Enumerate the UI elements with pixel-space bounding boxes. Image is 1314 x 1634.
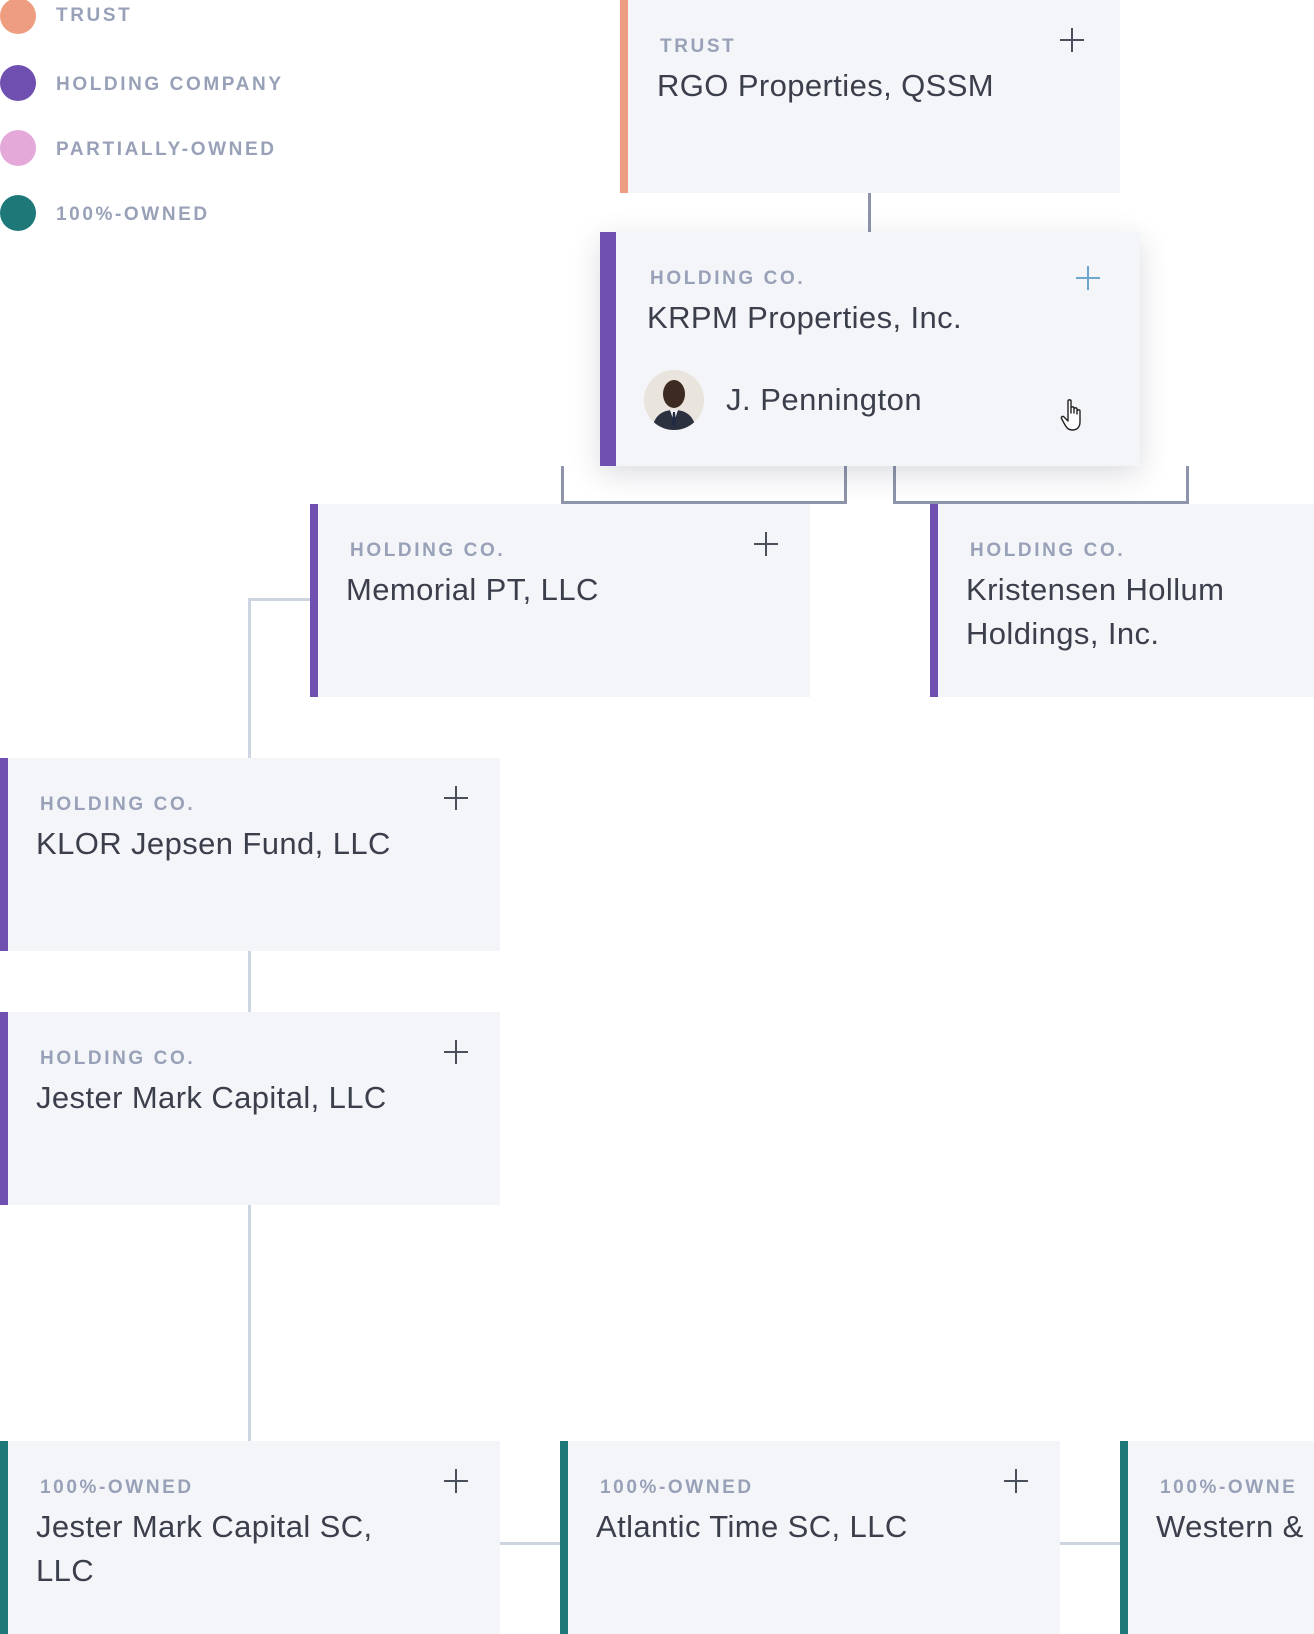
node-card-memorial[interactable]: HOLDING CO. Memorial PT, LLC [310, 504, 810, 697]
legend-dot-holding-company [0, 65, 36, 101]
node-type: HOLDING CO. [350, 540, 506, 561]
add-icon[interactable] [442, 1467, 470, 1495]
node-type: 100%-OWNED [600, 1477, 754, 1498]
legend-label: TRUST [56, 5, 133, 26]
node-name: Kristensen Hollum Holdings, Inc. [966, 572, 1225, 651]
node-type: HOLDING CO. [40, 1048, 196, 1069]
add-icon[interactable] [442, 1038, 470, 1066]
node-color-bar [600, 232, 616, 466]
connector-jester-jester-sc [248, 1205, 251, 1441]
person-name: J. Pennington [726, 382, 923, 417]
connector-memorial-branch-h [248, 598, 310, 601]
legend-label: HOLDING COMPANY [56, 74, 284, 95]
legend-dot-trust [0, 0, 36, 34]
node-type: HOLDING CO. [40, 794, 196, 815]
connector-klor-jester [248, 950, 251, 1012]
node-card-western[interactable]: 100%-OWNE Western & [1120, 1441, 1314, 1634]
node-type: 100%-OWNED [40, 1477, 194, 1498]
connector-memorial-klor [248, 598, 251, 758]
node-card-jester[interactable]: HOLDING CO. Jester Mark Capital, LLC [0, 1012, 500, 1205]
node-type: HOLDING CO. [970, 540, 1126, 561]
legend-label: 100%-OWNED [56, 204, 210, 225]
node-card-kristensen[interactable]: HOLDING CO. Kristensen Hollum Holdings, … [930, 504, 1314, 697]
node-type: TRUST [660, 36, 737, 57]
node-color-bar [0, 758, 8, 951]
node-name: KRPM Properties, Inc. [647, 300, 963, 335]
node-color-bar [620, 0, 628, 193]
node-name: Jester Mark Capital SC, LLC [36, 1509, 373, 1588]
node-card-krpm[interactable]: HOLDING CO. KRPM Properties, Inc. J. Pen… [600, 232, 1140, 466]
node-card-atlantic[interactable]: 100%-OWNED Atlantic Time SC, LLC [560, 1441, 1060, 1634]
node-card-jester-sc[interactable]: 100%-OWNED Jester Mark Capital SC, LLC [0, 1441, 500, 1634]
node-name: Jester Mark Capital, LLC [36, 1080, 387, 1115]
avatar [644, 370, 704, 430]
node-color-bar [0, 1012, 8, 1205]
node-type: 100%-OWNE [1160, 1477, 1298, 1498]
node-color-bar [0, 1441, 8, 1634]
node-name: RGO Properties, QSSM [657, 68, 995, 103]
add-icon[interactable] [1074, 264, 1102, 292]
connector-jester-sc-atlantic [500, 1542, 560, 1545]
node-color-bar [930, 504, 938, 697]
legend-dot-100-owned [0, 195, 36, 231]
add-icon[interactable] [442, 784, 470, 812]
person-row[interactable]: J. Pennington [644, 370, 922, 430]
add-icon[interactable] [1002, 1467, 1030, 1495]
node-color-bar [1120, 1441, 1128, 1634]
connector-krpm-kristensen [893, 466, 1189, 504]
node-type: HOLDING CO. [650, 268, 806, 289]
node-card-klor[interactable]: HOLDING CO. KLOR Jepsen Fund, LLC [0, 758, 500, 951]
node-name: Atlantic Time SC, LLC [596, 1509, 908, 1544]
node-name: KLOR Jepsen Fund, LLC [36, 826, 391, 861]
connector-krpm-memorial [561, 466, 847, 504]
hand-cursor-icon [1060, 399, 1081, 431]
legend-label: PARTIALLY-OWNED [56, 139, 277, 160]
node-name: Memorial PT, LLC [346, 572, 599, 607]
node-name: Western & [1156, 1509, 1304, 1544]
node-card-rgo[interactable]: TRUST RGO Properties, QSSM [620, 0, 1120, 193]
add-icon[interactable] [752, 530, 780, 558]
connector-atlantic-western [1059, 1542, 1121, 1545]
node-color-bar [310, 504, 318, 697]
node-color-bar [560, 1441, 568, 1634]
connector-rgo-krpm [868, 193, 871, 233]
legend-dot-partially-owned [0, 130, 36, 166]
add-icon[interactable] [1058, 26, 1086, 54]
